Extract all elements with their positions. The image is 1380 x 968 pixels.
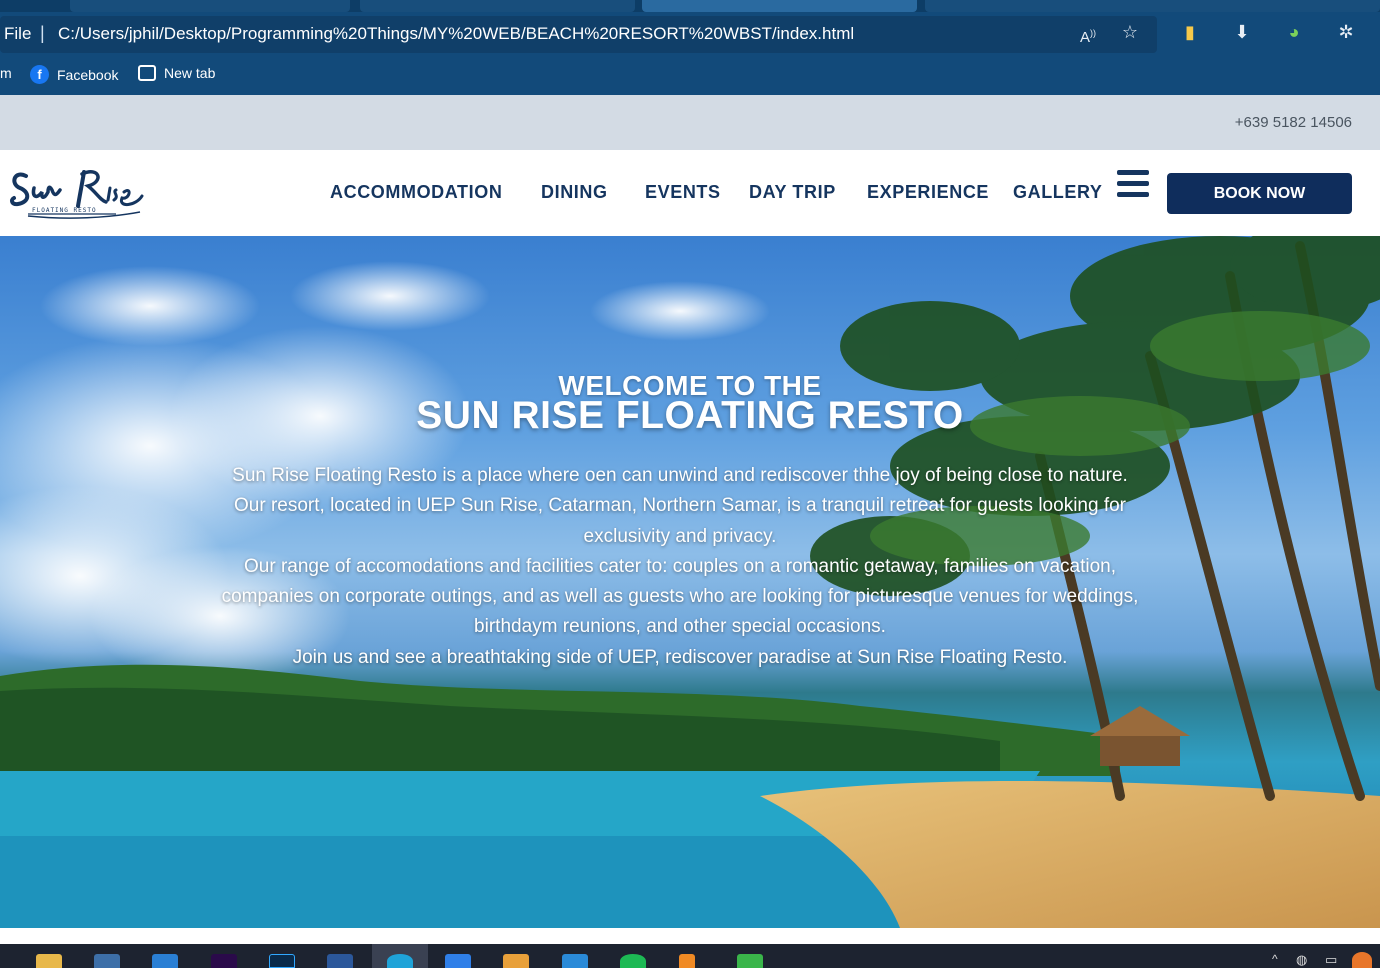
hero-description: Sun Rise Floating Resto is a place where…: [220, 461, 1140, 673]
vlc-icon[interactable]: [679, 954, 695, 968]
taskbar-app-icon[interactable]: [503, 954, 529, 968]
address-bar: File | C:/Users/jphil/Desktop/Programmin…: [0, 12, 1380, 57]
new-tab-icon: [138, 65, 156, 81]
taskbar-app-icon[interactable]: [94, 954, 120, 968]
hero-paragraph-3: Join us and see a breathtaking side of U…: [292, 646, 1068, 668]
network-globe-icon[interactable]: ◍: [1296, 952, 1307, 968]
nav-events[interactable]: EVENTS: [645, 182, 721, 203]
bookmark-label: Facebook: [57, 66, 119, 83]
browser-tab[interactable]: [70, 0, 350, 12]
facebook-icon: f: [30, 65, 49, 84]
browser-tab[interactable]: [925, 0, 1380, 12]
phone-number[interactable]: +639 5182 14506: [1235, 114, 1352, 131]
browser-tab-active[interactable]: [642, 0, 917, 12]
spotify-icon[interactable]: [620, 954, 646, 968]
nav-dining[interactable]: DINING: [541, 182, 608, 203]
hamburger-menu-icon[interactable]: [1117, 170, 1149, 198]
windows-taskbar: ^ ◍ ▭: [0, 944, 1380, 968]
read-aloud-icon[interactable]: A)): [1076, 23, 1100, 47]
extension-icon[interactable]: ▮: [1178, 22, 1202, 46]
svg-text:FLOATING RESTO: FLOATING RESTO: [32, 207, 97, 214]
bookmark-truncated[interactable]: m: [0, 65, 12, 81]
vscode-icon[interactable]: [445, 954, 471, 968]
page-bottom-strip: [0, 928, 1380, 944]
hero-paragraph-2: Our range of accomodations and facilitie…: [221, 555, 1139, 638]
sun-rise-logo[interactable]: FLOATING RESTO: [8, 162, 153, 224]
taskbar-app-icon[interactable]: [562, 954, 588, 968]
bookmark-label: New tab: [164, 65, 216, 81]
photoshop-icon[interactable]: [269, 954, 295, 968]
nav-day-trip[interactable]: DAY TRIP: [749, 182, 836, 203]
premiere-pro-icon[interactable]: [211, 954, 237, 968]
nav-experience[interactable]: EXPERIENCE: [867, 182, 989, 203]
bookmark-new-tab[interactable]: New tab: [138, 65, 215, 81]
download-icon[interactable]: ⬇: [1230, 22, 1254, 46]
book-now-button[interactable]: BOOK NOW: [1167, 173, 1352, 214]
url-text[interactable]: C:/Users/jphil/Desktop/Programming%20Thi…: [58, 24, 854, 44]
profile-sync-icon[interactable]: ◕: [1282, 22, 1306, 46]
bookmark-facebook[interactable]: f Facebook: [30, 65, 118, 84]
browser-tab-strip: [0, 0, 1380, 12]
edge-browser-icon[interactable]: [387, 954, 413, 968]
nav-accommodation[interactable]: ACCOMMODATION: [330, 182, 502, 203]
word-icon[interactable]: [327, 954, 353, 968]
taskbar-mail-icon[interactable]: [152, 954, 178, 968]
hero-section: WELCOME TO THE SUN RISE FLOATING RESTO S…: [0, 236, 1380, 928]
taskbar-app-icon[interactable]: [36, 954, 62, 968]
browser-tab[interactable]: [360, 0, 635, 12]
nav-gallery[interactable]: GALLERY: [1013, 182, 1103, 203]
bookmarks-bar: m f Facebook New tab: [0, 57, 1380, 95]
favorite-star-icon[interactable]: ☆: [1118, 22, 1142, 46]
taskbar-app-icon[interactable]: [737, 954, 763, 968]
hero-title: SUN RISE FLOATING RESTO: [416, 394, 964, 437]
file-scheme-label: File: [4, 24, 32, 43]
tray-app-icon[interactable]: [1352, 952, 1372, 968]
display-icon[interactable]: ▭: [1325, 952, 1337, 968]
site-navbar: FLOATING RESTO ACCOMMODATION DINING EVEN…: [0, 150, 1380, 236]
address-separator: |: [40, 23, 45, 43]
extensions-puzzle-icon[interactable]: ✲: [1334, 22, 1358, 46]
hero-paragraph-1: Sun Rise Floating Resto is a place where…: [232, 465, 1128, 547]
site-top-bar: +639 5182 14506: [0, 95, 1380, 150]
tray-chevron-icon[interactable]: ^: [1272, 952, 1278, 966]
